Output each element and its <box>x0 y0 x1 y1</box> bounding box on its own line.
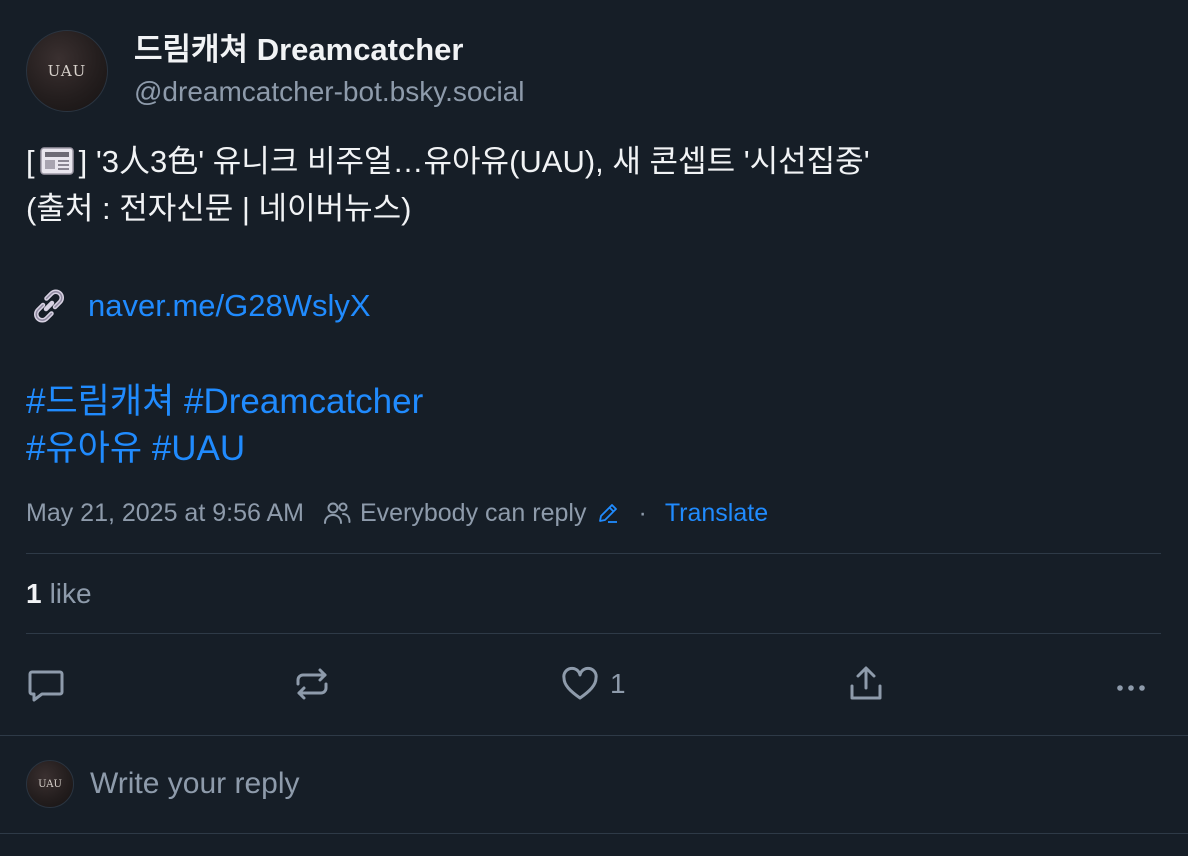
repost-button[interactable] <box>292 660 332 708</box>
post-hashtags: #드림캐쳐 #Dreamcatcher #유아유 #UAU <box>26 378 423 472</box>
meta-separator: · <box>638 498 647 527</box>
post-external-link[interactable]: naver.me/G28WslyX <box>88 282 371 329</box>
more-icon <box>1117 685 1145 691</box>
post-meta: May 21, 2025 at 9:56 AM Everybody can re… <box>26 494 768 532</box>
reply-button[interactable] <box>26 660 66 708</box>
people-icon <box>323 502 351 524</box>
author-display-name[interactable]: 드림캐쳐 Dreamcatcher <box>134 30 525 70</box>
hashtag-line-2: #유아유 #UAU <box>26 425 423 472</box>
like-button-count: 1 <box>610 668 626 699</box>
post-timestamp[interactable]: May 21, 2025 at 9:56 AM <box>26 499 304 528</box>
post-text: [ ] '3人3色' 유니크 비주얼…유아유(UAU), 새 콘셉트 '시선집중… <box>26 138 1166 232</box>
share-button[interactable] <box>846 660 886 708</box>
repost-icon <box>296 668 328 700</box>
like-icon <box>562 666 598 700</box>
hashtag-dreamcatcher-kr[interactable]: #드림캐쳐 <box>26 382 174 421</box>
reply-placeholder[interactable]: Write your reply <box>90 767 300 801</box>
avatar-logo-text: UAU <box>47 62 87 80</box>
reply-setting-label[interactable]: Everybody can reply <box>360 499 587 528</box>
translate-link[interactable]: Translate <box>665 499 768 528</box>
divider-bottom <box>0 833 1188 834</box>
reply-avatar: UAU <box>26 760 74 808</box>
newspaper-icon <box>39 147 74 175</box>
hashtag-dreamcatcher[interactable]: #Dreamcatcher <box>184 382 423 421</box>
like-button[interactable]: 1 <box>560 660 626 708</box>
post-text-line-2: (출처 : 전자신문 | 네이버뉴스) <box>26 191 412 226</box>
post-header: UAU 드림캐쳐 Dreamcatcher @dreamcatcher-bot.… <box>26 30 525 112</box>
hashtag-uau-kr[interactable]: #유아유 <box>26 429 142 468</box>
hashtag-line-1: #드림캐쳐 #Dreamcatcher <box>26 378 423 425</box>
divider-actions <box>0 735 1188 736</box>
author-handle[interactable]: @dreamcatcher-bot.bsky.social <box>134 72 525 112</box>
author-names: 드림캐쳐 Dreamcatcher @dreamcatcher-bot.bsky… <box>134 30 525 112</box>
divider-stats <box>26 633 1161 634</box>
like-stat-label: like <box>49 578 92 609</box>
post-thread-view: UAU 드림캐쳐 Dreamcatcher @dreamcatcher-bot.… <box>0 0 1188 856</box>
post-text-line-1-content: ] '3人3色' 유니크 비주얼…유아유(UAU), 새 콘셉트 '시선집중' <box>78 144 870 179</box>
pencil-icon[interactable] <box>596 501 620 525</box>
author-avatar[interactable]: UAU <box>26 30 108 112</box>
link-icon <box>34 289 64 322</box>
reply-composer[interactable]: UAU Write your reply <box>26 760 300 808</box>
like-stats[interactable]: 1 like <box>26 574 92 614</box>
post-text-line-1: [ ] '3人3色' 유니크 비주얼…유아유(UAU), 새 콘셉트 '시선집중… <box>26 138 1166 185</box>
reply-avatar-logo-text: UAU <box>38 778 62 790</box>
divider-top <box>26 553 1161 554</box>
reply-icon <box>28 670 64 702</box>
like-stat-count: 1 <box>26 578 42 609</box>
post-actions: 1 <box>0 660 1188 708</box>
share-icon <box>850 666 882 700</box>
bracket-open: [ <box>26 144 35 179</box>
hashtag-uau[interactable]: #UAU <box>152 429 245 468</box>
post-link-row: naver.me/G28WslyX <box>30 282 371 329</box>
more-options-button[interactable] <box>1112 660 1152 708</box>
